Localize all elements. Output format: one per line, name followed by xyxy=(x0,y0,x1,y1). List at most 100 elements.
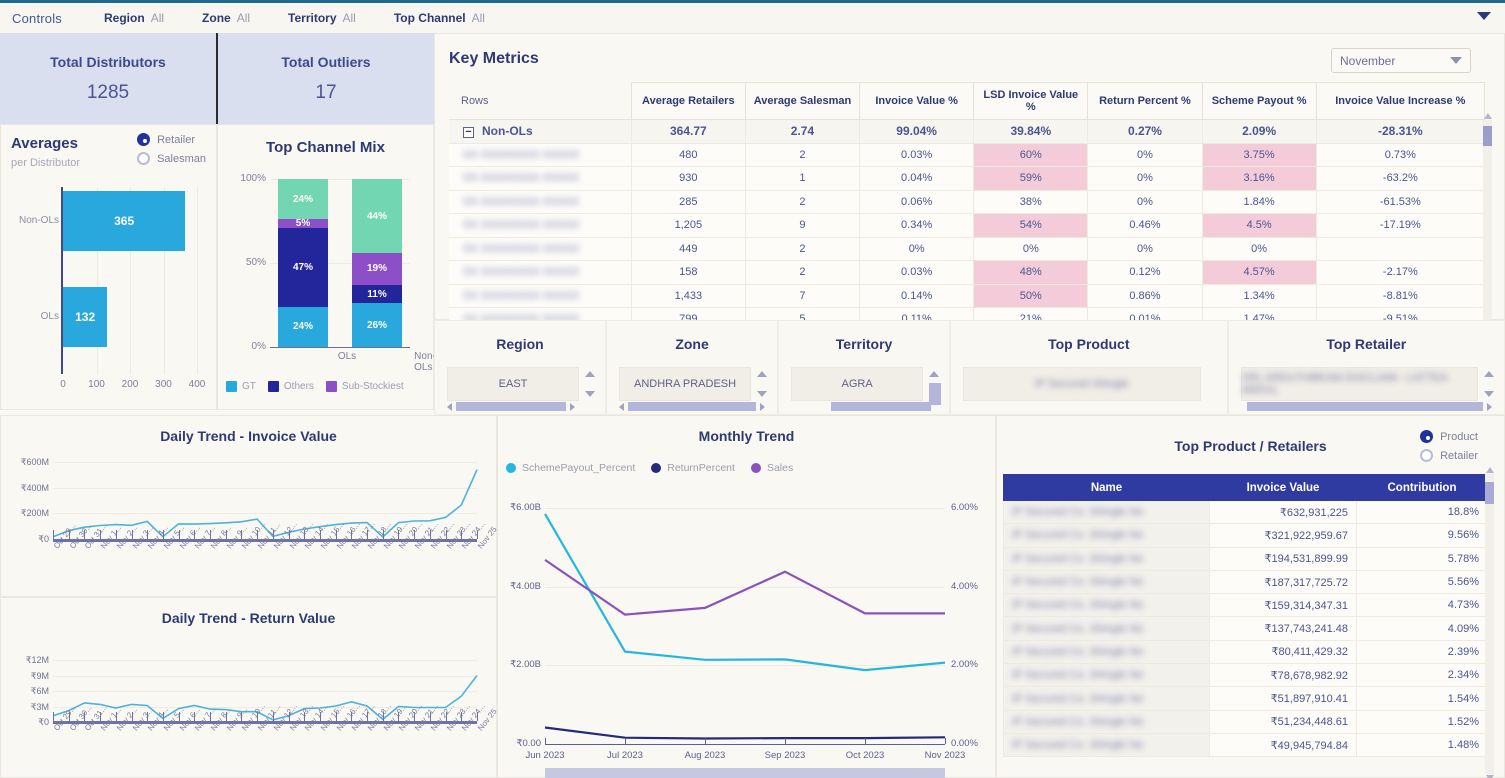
selector-top-retailer-spinner[interactable] xyxy=(1482,367,1496,401)
legend-item[interactable]: Others xyxy=(268,381,314,392)
selector-zone-spinner[interactable] xyxy=(755,367,769,401)
averages-radio-retailer[interactable]: Retailer xyxy=(137,133,206,146)
tcm-x-tick-nonols: Non-OLs xyxy=(414,351,436,373)
tpr-radio-product[interactable]: Product xyxy=(1420,430,1478,443)
filter-territory[interactable]: Territory All xyxy=(288,11,356,25)
key-metrics-row[interactable]: XX XXXXXXXX XXXXX48020.03%60%0%3.75%0.73… xyxy=(449,143,1485,167)
key-metrics-row[interactable]: XX XXXXXXXX XXXXX28520.06%38%0%1.84%-61.… xyxy=(449,190,1485,214)
filter-zone[interactable]: Zone All xyxy=(202,11,250,25)
selector-region-spinner[interactable] xyxy=(583,367,597,401)
selector-zone-value[interactable]: ANDHRA PRADESH xyxy=(619,367,751,401)
stack-segment-gt[interactable]: 26% xyxy=(352,303,402,347)
averages-bar[interactable]: 365 xyxy=(63,191,185,251)
selector-territory-hscroll[interactable] xyxy=(791,401,937,412)
legend-item[interactable]: GT xyxy=(226,381,256,392)
top-product-retailers-radio-group: Product Retailer xyxy=(1420,430,1478,468)
averages-bar[interactable]: 132 xyxy=(63,287,107,347)
selector-top-retailer: Top Retailer SRL ARDUTHBEAM DISCLAIM - L… xyxy=(1228,320,1505,415)
monthly-y-right-tick: 0.00% xyxy=(951,738,997,749)
chevron-down-icon[interactable] xyxy=(1477,12,1491,20)
stack-segment-sub-stockiest[interactable]: 19% xyxy=(352,253,402,285)
arrow-right-icon[interactable] xyxy=(760,403,765,411)
table-row[interactable]: IP Secured Co. Shingle No₹321,922,959.67… xyxy=(1004,524,1488,547)
tpr-scrollbar[interactable] xyxy=(1485,474,1494,774)
scroll-up-icon[interactable] xyxy=(1484,113,1492,119)
table-row[interactable]: IP Secured Co. Shingle No₹80,411,429.322… xyxy=(1004,640,1488,663)
key-metrics-parent-row[interactable]: −Non-OLs364.772.7499.04%39.84%0.27%2.09%… xyxy=(449,120,1485,144)
filter-region[interactable]: Region All xyxy=(104,11,164,25)
key-metrics-cell: 364.77 xyxy=(631,120,745,144)
tpr-header-row: NameInvoice ValueContribution xyxy=(1004,475,1488,501)
selector-region-hscroll[interactable] xyxy=(447,401,593,412)
selector-top-retailer-hscroll[interactable] xyxy=(1241,401,1492,412)
key-metrics-col-header: Average Salesman xyxy=(745,83,859,120)
legend-item[interactable]: SchemePayout_Percent xyxy=(506,462,635,474)
key-metrics-cell: 158 xyxy=(631,261,745,285)
key-metrics-cell: 2 xyxy=(745,143,859,167)
tpr-radio-retailer[interactable]: Retailer xyxy=(1420,449,1478,462)
arrow-right-icon[interactable] xyxy=(1487,403,1492,411)
key-metrics-cell: 0.34% xyxy=(860,214,974,238)
legend-item[interactable]: Sales xyxy=(751,462,793,474)
spinner-up-icon[interactable] xyxy=(1484,371,1494,377)
key-metrics-row[interactable]: XX XXXXXXXX XXXXX1,20590.34%54%0.46%4.5%… xyxy=(449,214,1485,238)
selector-region-value[interactable]: EAST xyxy=(447,367,579,401)
scrollbar-thumb[interactable] xyxy=(1485,482,1494,504)
table-row[interactable]: IP Secured Co. Shingle No₹78,678,982.922… xyxy=(1004,664,1488,687)
scrollbar-thumb[interactable] xyxy=(1483,126,1492,146)
stack-segment-others[interactable]: 47% xyxy=(278,228,328,307)
legend-label: ReturnPercent xyxy=(667,462,735,474)
averages-radio-salesman[interactable]: Salesman xyxy=(137,152,206,165)
month-select[interactable]: November xyxy=(1331,48,1471,73)
stack-segment-sub-stockiest[interactable]: 5% xyxy=(278,219,328,227)
table-row[interactable]: IP Secured Co. Shingle No₹632,931,22518.… xyxy=(1004,501,1488,524)
table-row[interactable]: IP Secured Co. Shingle No₹51,234,448.611… xyxy=(1004,710,1488,733)
key-metrics-row[interactable]: XX XXXXXXXX XXXXX93010.04%59%0%3.16%-63.… xyxy=(449,167,1485,191)
arrow-left-icon[interactable] xyxy=(447,403,452,411)
filter-top-channel[interactable]: Top Channel All xyxy=(394,11,485,25)
key-metrics-cell: 4.57% xyxy=(1202,261,1316,285)
table-row[interactable]: IP Secured Co. Shingle No₹187,317,725.72… xyxy=(1004,570,1488,593)
stack-segment-gt[interactable]: 24% xyxy=(278,307,328,347)
key-metrics-cell: 0% xyxy=(1202,237,1316,261)
stack-segment-unlabeled[interactable]: 24% xyxy=(278,179,328,219)
selector-territory-value[interactable]: AGRA xyxy=(791,367,923,401)
key-metrics-scrollbar[interactable] xyxy=(1483,120,1492,342)
key-metrics-col-header: LSD Invoice Value % xyxy=(974,83,1088,120)
table-row[interactable]: IP Secured Co. Shingle No₹159,314,347.31… xyxy=(1004,594,1488,617)
legend-item[interactable]: Sub-Stockiest xyxy=(326,381,404,392)
spinner-up-icon[interactable] xyxy=(929,371,939,377)
scrollbar-thumb[interactable] xyxy=(628,402,756,411)
spinner-down-icon[interactable] xyxy=(1484,391,1494,397)
legend-dot xyxy=(506,463,516,473)
key-metrics-cell: -2.17% xyxy=(1316,261,1484,285)
scroll-up-icon[interactable] xyxy=(1486,467,1494,473)
monthly-trend-chart: ₹0.000.00%₹2.00B2.00%₹4.00B4.00%₹6.00B6.… xyxy=(545,508,945,744)
spinner-up-icon[interactable] xyxy=(585,371,595,377)
monthly-x-tick: Aug 2023 xyxy=(685,750,726,761)
redacted-row-name: XX XXXXXXXX XXXXX xyxy=(463,266,579,278)
scrollbar-thumb[interactable] xyxy=(831,402,931,411)
spinner-down-icon[interactable] xyxy=(585,391,595,397)
table-row[interactable]: IP Secured Co. Shingle No₹49,945,794.841… xyxy=(1004,733,1488,756)
key-metrics-row[interactable]: XX XXXXXXXX XXXXX15820.03%48%0.12%4.57%-… xyxy=(449,261,1485,285)
key-metrics-row[interactable]: XX XXXXXXXX XXXXX44920%0%0%0% xyxy=(449,237,1485,261)
selector-top-product-value[interactable]: IP Secured Shingle xyxy=(963,367,1200,401)
arrow-left-icon[interactable] xyxy=(619,403,624,411)
arrow-right-icon[interactable] xyxy=(570,403,575,411)
scrollbar-thumb[interactable] xyxy=(1247,402,1483,411)
spinner-up-icon[interactable] xyxy=(757,371,767,377)
selector-zone-hscroll[interactable] xyxy=(619,401,765,412)
key-metrics-row[interactable]: XX XXXXXXXX XXXXX1,43370.14%50%0.86%1.34… xyxy=(449,284,1485,308)
stack-segment-unlabeled[interactable]: 44% xyxy=(352,179,402,253)
stack-segment-others[interactable]: 11% xyxy=(352,285,402,303)
spinner-down-icon[interactable] xyxy=(757,391,767,397)
table-row[interactable]: IP Secured Co. Shingle No₹194,531,899.99… xyxy=(1004,547,1488,570)
table-row[interactable]: IP Secured Co. Shingle No₹137,743,241.48… xyxy=(1004,617,1488,640)
table-row[interactable]: IP Secured Co. Shingle No₹51,897,910.411… xyxy=(1004,687,1488,710)
collapse-icon[interactable]: − xyxy=(463,127,474,138)
scrollbar-thumb[interactable] xyxy=(456,402,566,411)
monthly-trend-hscroll[interactable] xyxy=(545,768,945,778)
legend-item[interactable]: ReturnPercent xyxy=(651,462,735,474)
selector-top-retailer-value[interactable]: SRL ARDUTHBEAM DISCLAIM - LATTEA ABDUL xyxy=(1241,367,1478,401)
